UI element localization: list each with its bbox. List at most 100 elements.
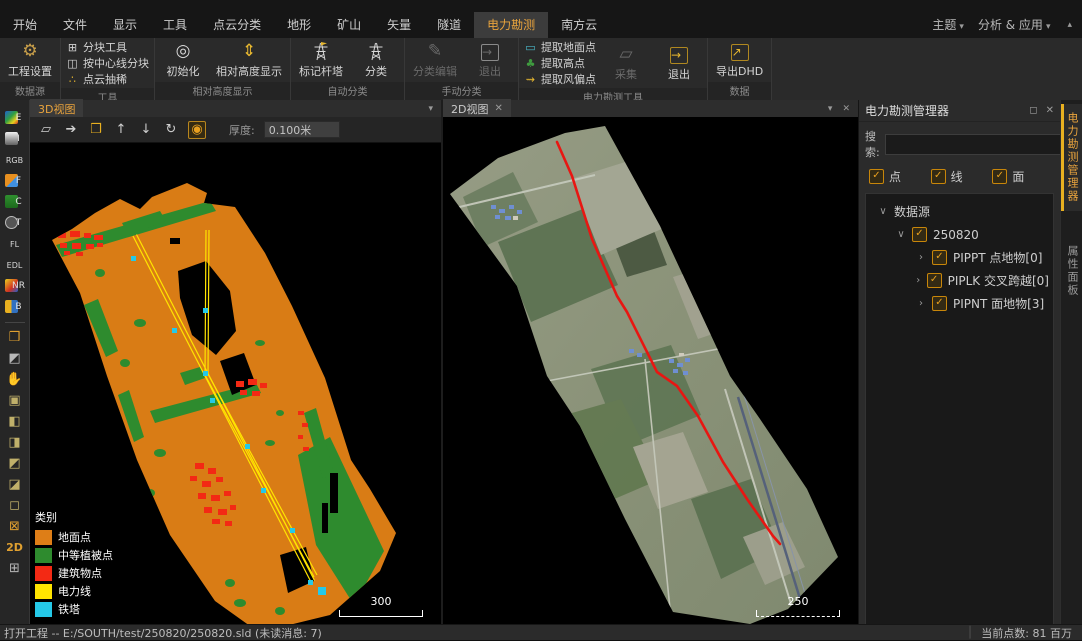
flightline-render-icon[interactable]: F: [2, 171, 28, 191]
intensity-render-icon[interactable]: I: [2, 129, 28, 149]
clip-box-icon[interactable]: ◩: [2, 348, 28, 368]
close-icon[interactable]: ✕: [842, 104, 850, 114]
export-dhd-button[interactable]: ↗ 导出DHD: [713, 41, 766, 80]
zoom-extent-icon[interactable]: ⊠: [2, 516, 28, 536]
expanded-arrow-icon[interactable]: ∨: [896, 229, 906, 240]
theme-dropdown[interactable]: 主题▾: [932, 16, 964, 33]
menu-classification[interactable]: 点云分类: [200, 12, 274, 38]
menu-vector[interactable]: 矢量: [374, 12, 424, 38]
centerline-block-button[interactable]: ◫ 按中心线分块: [66, 56, 149, 70]
tab-power-survey-manager[interactable]: 电力勘测管理器: [1061, 104, 1082, 211]
menu-tunnel[interactable]: 隧道: [424, 12, 474, 38]
exit-collect-button[interactable]: → 退出: [656, 44, 702, 83]
normal-render-icon[interactable]: NR: [2, 276, 28, 296]
rgb-render-icon[interactable]: RGB: [2, 150, 28, 170]
checkbox-checked-icon[interactable]: ✓: [869, 169, 884, 184]
gpstime-render-icon[interactable]: T: [2, 213, 28, 233]
menu-start[interactable]: 开始: [0, 12, 50, 38]
scalebar-3d: 300: [339, 595, 423, 617]
analysis-apps-dropdown[interactable]: 分析 & 应用▾: [978, 16, 1051, 33]
extract-high-points-button[interactable]: ♣ 提取高点: [524, 56, 596, 70]
exit-manual-button[interactable]: → 退出: [467, 41, 513, 80]
powerline-color-swatch: [35, 584, 52, 599]
collapsed-arrow-icon[interactable]: ›: [916, 298, 926, 309]
add-viewport-icon[interactable]: ⊞: [2, 558, 28, 578]
relative-height-display-button[interactable]: ⇕ 相对高度显示: [213, 40, 285, 80]
checkbox-checked-icon[interactable]: ✓: [932, 250, 947, 265]
view-bottom-icon[interactable]: ◻: [2, 495, 28, 515]
tree-node-pippt[interactable]: › ✓ PIPPT 点地物[0]: [870, 246, 1049, 269]
class-render-icon[interactable]: C: [2, 192, 28, 212]
expanded-arrow-icon[interactable]: ∨: [878, 206, 888, 217]
classify-edit-button[interactable]: ✎ 分类编辑: [410, 40, 460, 80]
view-left-icon[interactable]: ◨: [2, 432, 28, 452]
ribbon-group-label: 手动分类: [405, 82, 518, 100]
close-icon[interactable]: ✕: [494, 103, 502, 114]
menu-display[interactable]: 显示: [100, 12, 150, 38]
block-tool-button[interactable]: ⊞ 分块工具: [66, 40, 149, 54]
view2d-canvas[interactable]: 250: [443, 117, 858, 625]
move-up-icon[interactable]: ↑: [113, 122, 129, 137]
move-down-icon[interactable]: ↓: [138, 122, 154, 137]
view-top-icon[interactable]: ◪: [2, 474, 28, 494]
legend-item: 地面点: [35, 529, 113, 545]
collapse-ribbon-icon[interactable]: ▴: [1067, 20, 1072, 30]
menu-south-cloud[interactable]: 南方云: [548, 12, 610, 38]
view-back-icon[interactable]: ◧: [2, 411, 28, 431]
view-front-icon[interactable]: ▣: [2, 390, 28, 410]
select-box-icon[interactable]: ❒: [2, 327, 28, 347]
tree-node-datasource[interactable]: ∨ 数据源: [870, 200, 1049, 223]
tab-2d-view[interactable]: 2D视图 ✕: [443, 99, 511, 118]
tab-3d-view[interactable]: 3D视图: [30, 99, 83, 118]
pan-hand-icon[interactable]: ✋: [2, 369, 28, 389]
profile-export-icon[interactable]: ➔: [63, 122, 79, 137]
view3d-canvas[interactable]: 类别 地面点 中等植被点 建筑物点 电力线 铁塔 300: [30, 143, 441, 625]
classify-button[interactable]: 分类: [353, 40, 399, 80]
rotate-icon[interactable]: ↻: [163, 122, 179, 137]
menu-file[interactable]: 文件: [50, 12, 100, 38]
close-icon[interactable]: ✕: [1046, 105, 1054, 116]
initialize-button[interactable]: ◎ 初始化: [160, 40, 206, 80]
filter-point[interactable]: ✓ 点: [869, 168, 927, 185]
thin-pointcloud-button[interactable]: ∴ 点云抽稀: [66, 72, 149, 86]
menu-mine[interactable]: 矿山: [324, 12, 374, 38]
thickness-input[interactable]: [264, 121, 340, 138]
checkbox-checked-icon[interactable]: ✓: [992, 169, 1007, 184]
filter-line[interactable]: ✓ 线: [931, 168, 989, 185]
tree-node-dataset[interactable]: ∨ ✓ 250820: [870, 223, 1049, 246]
view-right-icon[interactable]: ◩: [2, 453, 28, 473]
extract-wind-points-button[interactable]: ⇝ 提取风偏点: [524, 72, 596, 86]
extract-ground-points-button[interactable]: ▭ 提取地面点: [524, 40, 596, 54]
project-settings-button[interactable]: ⚙ 工程设置: [5, 40, 55, 80]
checkbox-checked-icon[interactable]: ✓: [932, 296, 947, 311]
profile-box-icon[interactable]: ❒: [88, 122, 104, 137]
eye-view-icon[interactable]: ◉: [188, 121, 206, 139]
filter-polygon[interactable]: ✓ 面: [992, 168, 1050, 185]
chevron-down-icon[interactable]: ▾: [428, 104, 433, 114]
menu-power-survey[interactable]: 电力勘测: [474, 12, 548, 38]
checkbox-checked-icon[interactable]: ✓: [912, 227, 927, 242]
view-2d-icon[interactable]: 2D: [2, 537, 28, 557]
collapsed-arrow-icon[interactable]: ›: [916, 252, 926, 263]
chevron-down-icon[interactable]: ▾: [828, 104, 833, 114]
tab-property-panel[interactable]: 属性面板: [1061, 237, 1082, 305]
menu-terrain[interactable]: 地形: [274, 12, 324, 38]
menu-tools[interactable]: 工具: [150, 12, 200, 38]
ribbon-group-auto-classify: 标记杆塔 分类 自动分类: [291, 38, 405, 100]
float-panel-icon[interactable]: ◻: [1029, 105, 1037, 116]
tree-node-pipnt[interactable]: › ✓ PIPNT 面地物[3]: [870, 292, 1049, 315]
power-survey-manager-panel: 电力勘测管理器 ◻ ✕ 搜索: ✓ 点 ✓ 线 ✓ 面 ∨ 数据源 ∨ ✓ 25: [858, 100, 1060, 625]
elevation-render-icon[interactable]: E: [2, 108, 28, 128]
tree-node-piplk[interactable]: › ✓ PIPLK 交叉跨越[0]: [870, 269, 1049, 292]
blend-render-icon[interactable]: B: [2, 297, 28, 317]
profile-select-icon[interactable]: ▱: [38, 122, 54, 137]
mark-towers-button[interactable]: 标记杆塔: [296, 40, 346, 80]
checkbox-checked-icon[interactable]: ✓: [931, 169, 946, 184]
checkbox-checked-icon[interactable]: ✓: [927, 273, 942, 288]
collect-button[interactable]: ▱ 采集: [603, 43, 649, 83]
collapsed-arrow-icon[interactable]: ›: [916, 275, 921, 286]
legend-item: 中等植被点: [35, 547, 113, 563]
search-input[interactable]: [885, 134, 1062, 155]
floor-render-icon[interactable]: FL: [2, 234, 28, 254]
edl-render-icon[interactable]: EDL: [2, 255, 28, 275]
